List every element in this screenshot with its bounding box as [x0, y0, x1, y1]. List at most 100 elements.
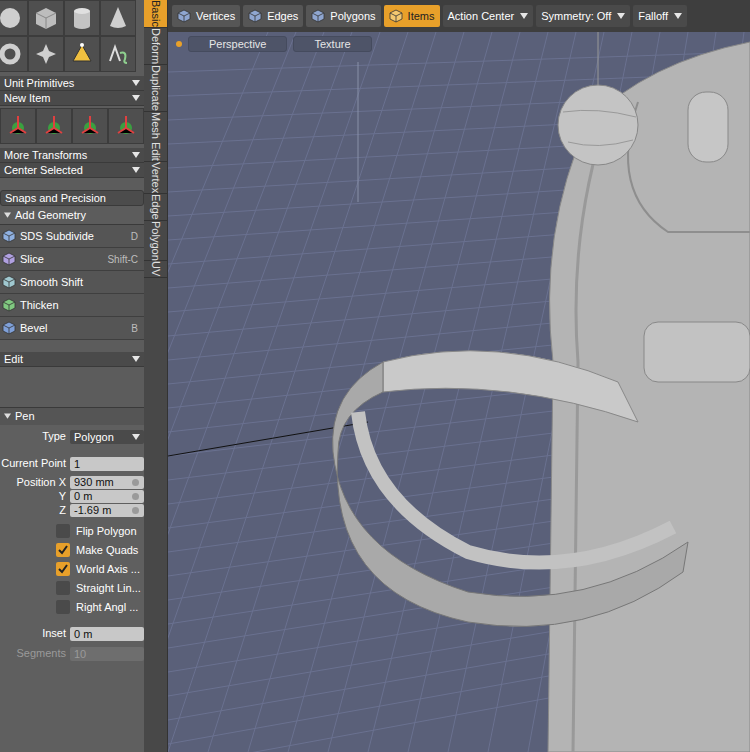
- checkbox-box: [56, 543, 70, 557]
- collapse-arrow-icon: [4, 212, 11, 218]
- tool-button[interactable]: SliceShift-C: [0, 248, 144, 271]
- position-field[interactable]: -1.69 m: [70, 504, 144, 517]
- side-tab[interactable]: Deform: [144, 28, 167, 65]
- dropdown-arrow-icon: [520, 13, 528, 19]
- check-icon: [58, 545, 68, 555]
- toolbar-menu[interactable]: Symmetry: Off: [536, 5, 630, 27]
- transform-dropdown[interactable]: Center Selected: [0, 163, 144, 178]
- mode-button[interactable]: Edges: [243, 5, 303, 27]
- side-tab[interactable]: Duplicate: [144, 65, 167, 112]
- dropdown-arrow-icon: [132, 434, 140, 440]
- mode-button[interactable]: Items: [384, 5, 440, 27]
- type-dropdown[interactable]: Polygon: [70, 430, 144, 444]
- pen-header[interactable]: Pen: [0, 408, 144, 425]
- cube-icon: [389, 9, 403, 23]
- tool-panel: Unit PrimitivesNew Item More TransformsCe…: [0, 0, 168, 752]
- star-icon: [33, 41, 59, 67]
- toolbar-menu[interactable]: Falloff: [633, 5, 687, 27]
- viewport[interactable]: Perspective Texture: [168, 32, 750, 752]
- side-tab[interactable]: Mesh Edit: [144, 112, 167, 162]
- primitive-button[interactable]: [100, 36, 136, 72]
- app-window: Unit PrimitivesNew Item More TransformsCe…: [0, 0, 750, 752]
- position-field[interactable]: 930 mm: [70, 476, 144, 489]
- text-icon: [105, 41, 131, 67]
- spinner-icon: [131, 478, 140, 487]
- move-icon: [77, 113, 103, 139]
- cube-icon: [177, 9, 191, 23]
- primitive-button[interactable]: [108, 108, 144, 144]
- cube-icon: [311, 9, 325, 23]
- primitive-button[interactable]: [36, 108, 72, 144]
- viewport-label[interactable]: Texture: [293, 36, 371, 52]
- edit-dropdown[interactable]: Edit: [0, 352, 144, 367]
- current-point-field[interactable]: 1: [70, 457, 144, 471]
- cube-icon: [2, 252, 16, 266]
- primitive-dropdown[interactable]: New Item: [0, 91, 144, 106]
- move-icon: [41, 113, 67, 139]
- side-tab[interactable]: UV: [144, 261, 167, 277]
- position-field[interactable]: 0 m: [70, 490, 144, 503]
- move-icon: [5, 113, 31, 139]
- top-toolbar: VerticesEdgesPolygonsItemsAction CenterS…: [168, 0, 750, 32]
- cube-icon: [2, 321, 16, 335]
- dropdown-arrow-icon: [132, 356, 140, 362]
- option-checkbox[interactable]: Flip Polygon: [0, 522, 144, 541]
- snaps-button[interactable]: Snaps and Precision: [0, 190, 144, 206]
- cube-icon: [2, 275, 16, 289]
- main-area: VerticesEdgesPolygonsItemsAction CenterS…: [168, 0, 750, 752]
- spinner-icon: [131, 506, 140, 515]
- segments-field: 10: [70, 647, 144, 661]
- tool-button[interactable]: SDS SubdivideD: [0, 225, 144, 248]
- primitive-button[interactable]: [28, 0, 64, 36]
- cube-icon: [2, 229, 16, 243]
- inset-field[interactable]: 0 m: [70, 627, 144, 641]
- option-checkbox[interactable]: Straight Lin...: [0, 579, 144, 598]
- checkbox-box: [56, 600, 70, 614]
- dropdown-arrow-icon: [617, 13, 625, 19]
- dropdown-arrow-icon: [132, 167, 140, 173]
- primitive-button[interactable]: [0, 36, 28, 72]
- primitive-button[interactable]: [64, 0, 100, 36]
- move-icon: [113, 113, 139, 139]
- dropdown-arrow-icon: [132, 80, 140, 86]
- side-tab[interactable]: Edge: [144, 194, 167, 221]
- mode-button[interactable]: Vertices: [172, 5, 240, 27]
- toolbar-menu[interactable]: Action Center: [443, 5, 534, 27]
- transform-dropdown[interactable]: More Transforms: [0, 148, 144, 163]
- option-checkbox[interactable]: Make Quads: [0, 541, 144, 560]
- dropdown-arrow-icon: [132, 152, 140, 158]
- option-checkbox[interactable]: Right Angl ...: [0, 598, 144, 617]
- side-tab[interactable]: Polygon: [144, 221, 167, 262]
- mode-button[interactable]: Polygons: [306, 5, 380, 27]
- viewport-dot-icon: [176, 41, 182, 47]
- cylinder-icon: [69, 5, 95, 31]
- side-tab[interactable]: Basic: [144, 0, 167, 28]
- tool-button[interactable]: Thicken: [0, 294, 144, 317]
- spinner-icon: [131, 492, 140, 501]
- dropdown-arrow-icon: [132, 95, 140, 101]
- cube-icon: [2, 298, 16, 312]
- check-icon: [58, 564, 68, 574]
- cube-icon: [248, 9, 262, 23]
- scene-drawing: [168, 32, 750, 752]
- tool-button[interactable]: BevelB: [0, 317, 144, 340]
- add-geometry-header[interactable]: Add Geometry: [0, 208, 144, 222]
- primitive-dropdown[interactable]: Unit Primitives: [0, 76, 144, 91]
- dropdown-arrow-icon: [674, 13, 682, 19]
- side-tab[interactable]: Vertex: [144, 162, 167, 194]
- primitive-button[interactable]: [0, 0, 28, 36]
- cube-icon: [33, 5, 59, 31]
- viewport-label[interactable]: Perspective: [188, 36, 287, 52]
- primitive-button[interactable]: [0, 108, 36, 144]
- checkbox-box: [56, 562, 70, 576]
- primitive-button[interactable]: [100, 0, 136, 36]
- primitive-button[interactable]: [72, 108, 108, 144]
- viewport-header: Perspective Texture: [168, 32, 750, 52]
- torus-icon: [0, 41, 23, 67]
- tool-button[interactable]: Smooth Shift: [0, 271, 144, 294]
- pen-properties: PenTypePolygonCurrent Point1Position X93…: [0, 407, 144, 752]
- primitive-button[interactable]: [28, 36, 64, 72]
- primitive-button[interactable]: [64, 36, 100, 72]
- sphere-icon: [0, 5, 23, 31]
- option-checkbox[interactable]: World Axis ...: [0, 560, 144, 579]
